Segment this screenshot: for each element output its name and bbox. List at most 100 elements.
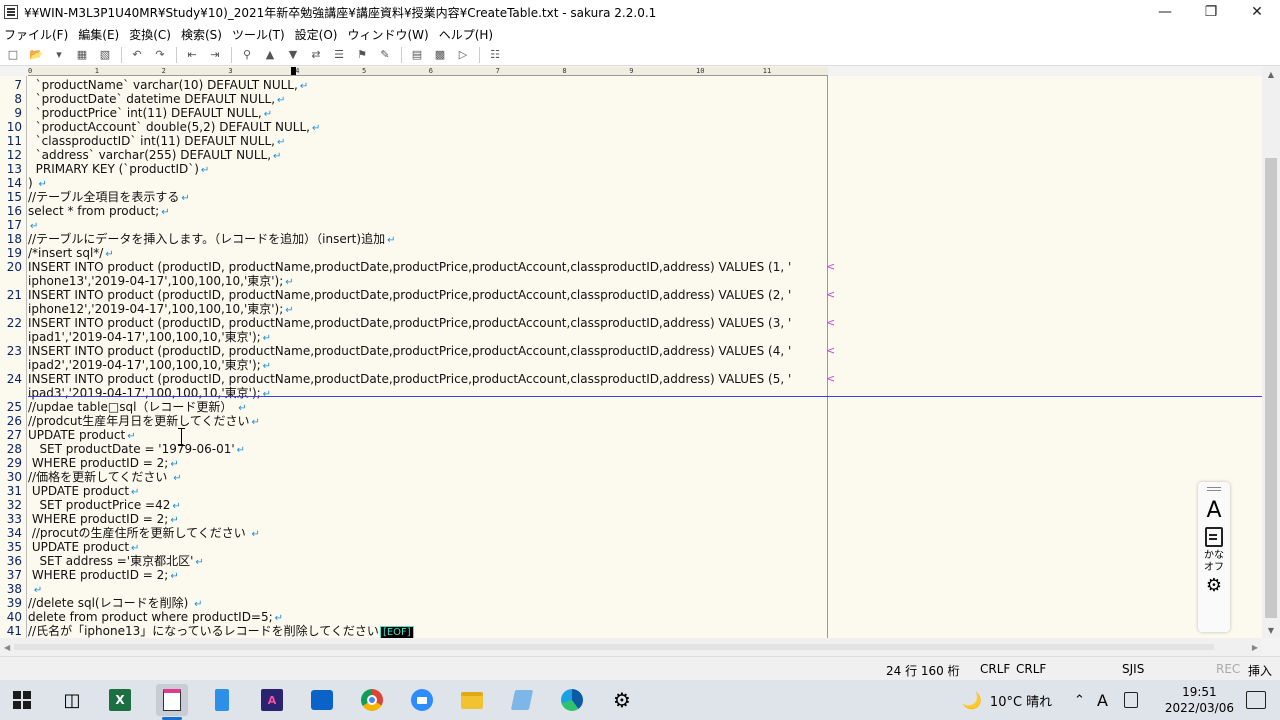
editor-line: 13 PRIMARY KEY (`productID`)↵ [0,162,1262,176]
scroll-left-icon[interactable]: ◀ [4,643,10,652]
newline-mark: ↵ [39,179,47,190]
editor-line: iphone12','2019-04-17',100,100,10,'東京');… [0,302,1262,316]
notification-icon[interactable] [1246,691,1266,709]
editor-line: 31 UPDATE product↵ [0,484,1262,498]
line-number: 16 [0,204,22,218]
line-content: iphone13','2019-04-17',100,100,10,'東京'); [28,274,283,288]
editor-line: ipad1','2019-04-17',100,100,10,'東京');↵ [0,330,1262,344]
ruler-tick-label: 1 [95,67,99,75]
replace-icon[interactable]: ⇄ [307,46,325,64]
line-text: //氏名が「iphone13」になっているレコードを削除してください[EOF] [28,624,414,638]
editor-line: ipad2','2019-04-17',100,100,10,'東京');↵ [0,358,1262,372]
undo-icon[interactable]: ↶ [128,46,146,64]
vertical-scroll-thumb[interactable] [1265,158,1277,618]
scroll-up-icon[interactable]: ▲ [1262,66,1280,82]
menu-window[interactable]: ウィンドウ(W) [347,26,428,43]
newline-mark: ↵ [170,459,178,470]
line-content: `productPrice` int(11) DEFAULT NULL, [28,106,262,120]
open-folder-icon[interactable]: 📂 [27,46,45,64]
ime-pad-tray-icon[interactable] [1124,680,1138,720]
editor-line: 11 `classproductID` int(11) DEFAULT NULL… [0,134,1262,148]
weather-text: 10°C 晴れ [990,691,1052,710]
file-icon[interactable] [206,684,238,716]
menu-settings[interactable]: 設定(O) [295,26,338,43]
jump-forward-icon[interactable]: ⇥ [206,46,224,64]
menu-edit[interactable]: 編集(E) [78,26,119,43]
insert-mode-indicator[interactable]: 挿入 [1248,662,1272,679]
close-button[interactable]: ✕ [1234,0,1280,24]
redo-icon[interactable]: ↷ [151,46,169,64]
editor-line: ipad3','2019-04-17',100,100,10,'東京');↵ [0,386,1262,400]
ruler-tick-label: 9 [629,67,633,75]
menu-convert[interactable]: 変換(C) [129,26,171,43]
horizontal-scroll-thumb[interactable] [14,644,1214,650]
editor-line: 14) ↵ [0,176,1262,190]
ime-pad-icon[interactable] [1205,527,1223,547]
sakura-editor-icon[interactable] [156,684,188,716]
save-as-icon[interactable]: ▧ [96,46,114,64]
edge-icon[interactable] [556,684,588,716]
outlook-icon[interactable] [306,684,338,716]
new-file-icon[interactable]: □ [4,46,22,64]
menu-file[interactable]: ファイル(F) [4,26,68,43]
newline-input-mode[interactable]: CRLF [1016,662,1046,676]
excel-icon[interactable]: X [104,684,136,716]
encoding-indicator[interactable]: SJIS [1122,662,1144,676]
horizontal-scrollbar[interactable]: ◀ ▶ [0,638,1262,656]
minimize-button[interactable]: — [1142,0,1188,24]
vertical-scrollbar[interactable]: ▲ ▼ [1262,66,1280,638]
start-button[interactable] [6,684,38,716]
line-number: 20 [0,260,22,274]
editor-line: 19/*insert sql*/↵ [0,246,1262,260]
editor-lines: 7 `productName` varchar(10) DEFAULT NULL… [0,78,1262,638]
search-prev-icon[interactable]: ▲ [261,46,279,64]
bookmark-icon[interactable]: ⚑ [353,46,371,64]
grep-icon[interactable]: ☰ [330,46,348,64]
text-editor[interactable]: 7 `productName` varchar(10) DEFAULT NULL… [0,76,1262,638]
system-clock[interactable]: 19:51 2022/03/06 [1165,684,1234,716]
line-number: 41 [0,624,22,638]
maximize-button[interactable]: ❐ [1188,0,1234,24]
wrap-mark: < [826,316,835,330]
cursor-position: 24 行 160 桁 [886,662,960,679]
search-icon[interactable]: ⚲ [238,46,256,64]
ruler-tick-label: 11 [763,67,771,75]
outline-icon[interactable]: ▤ [408,46,426,64]
toolbar: □ 📂 ▾ ▦ ▧ ↶ ↷ ⇤ ⇥ ⚲ ▲ ▼ ⇄ ☰ ⚑ ✎ ▤ ▩ ▷ ☷ [0,44,1280,66]
tray-expand-icon[interactable]: ⌃ [1074,680,1085,720]
ruler-tick-label: 3 [228,67,232,75]
task-view-icon[interactable]: ◫ [56,684,88,716]
ime-mode-button[interactable]: A [1206,499,1221,523]
app-icon[interactable]: A [256,684,288,716]
zoom-icon[interactable] [406,684,438,716]
chrome-icon[interactable] [356,684,388,716]
save-icon[interactable]: ▦ [73,46,91,64]
gear-icon[interactable]: ⚙ [1206,576,1222,596]
tag-jump-icon[interactable]: ▷ [454,46,472,64]
menu-search[interactable]: 検索(S) [181,26,222,43]
notes-icon[interactable] [506,684,538,716]
search-next-icon[interactable]: ▼ [284,46,302,64]
line-content: WHERE productID = 2; [28,512,168,526]
scroll-down-icon[interactable]: ▼ [1262,622,1280,638]
ime-indicator[interactable]: A [1097,680,1108,720]
jump-back-icon[interactable]: ⇤ [183,46,201,64]
file-explorer-icon[interactable] [456,684,488,716]
mark-icon[interactable]: ✎ [376,46,394,64]
sakura-app-icon[interactable] [4,5,18,19]
settings-gear-icon[interactable]: ⚙ [606,684,638,716]
editor-line: 26//prodcut生産年月日を更新してください↵ [0,414,1262,428]
newline-mode[interactable]: CRLF [980,662,1010,676]
ruler-tick-label: 0 [28,67,32,75]
menu-help[interactable]: ヘルプ(H) [439,26,493,43]
scroll-right-icon[interactable]: ▶ [1252,643,1258,652]
dropdown-arrow-icon[interactable]: ▾ [50,46,68,64]
toolbar-separator [176,47,177,63]
grip-icon[interactable] [1207,487,1221,491]
compare-icon[interactable]: ▩ [431,46,449,64]
kana-input-toggle[interactable]: かな オフ [1204,550,1224,574]
settings-icon[interactable]: ☷ [486,46,504,64]
menu-tools[interactable]: ツール(T) [232,26,285,43]
weather-widget[interactable]: 🌙 10°C 晴れ [962,680,1052,720]
line-number: 31 [0,484,22,498]
